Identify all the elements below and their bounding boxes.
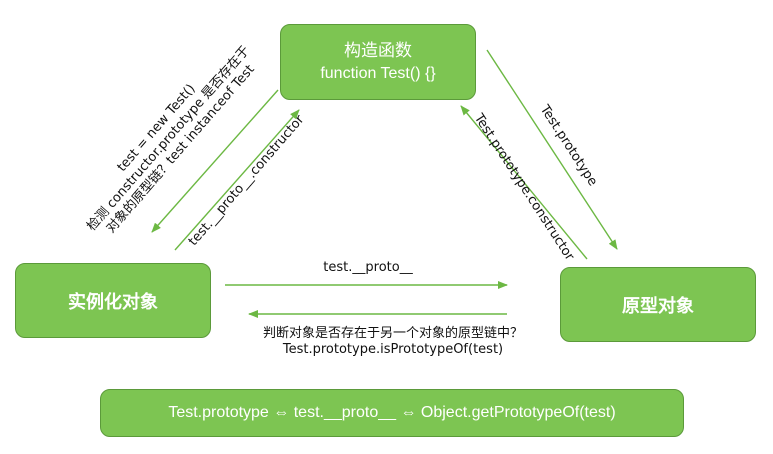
is-prototype-of-label: 判断对象是否存在于另一个对象的原型链中？ Test.prototype.isPr… <box>228 326 558 358</box>
prototype-diagram: 构造函数 function Test() {} 实例化对象 原型对象 Test.… <box>0 0 773 454</box>
constructor-title: 构造函数 <box>344 41 412 61</box>
instance-proto-label: test.__proto__ <box>323 260 413 275</box>
formula-text: Test.prototype ⇔ test.__proto__ ⇔ Object… <box>168 404 616 421</box>
instance-label: 实例化对象 <box>68 291 158 313</box>
instance-node: 实例化对象 <box>15 263 211 338</box>
constructor-node: 构造函数 function Test() {} <box>280 24 476 100</box>
is-prototype-of-call: Test.prototype.isPrototypeOf(test) <box>282 342 504 357</box>
prototype-label: 原型对象 <box>622 295 694 317</box>
formula-box: Test.prototype ⇔ test.__proto__ ⇔ Object… <box>100 389 684 437</box>
is-prototype-of-question: 判断对象是否存在于另一个对象的原型链中？ <box>262 326 523 341</box>
prototype-node: 原型对象 <box>560 267 756 342</box>
constructor-code: function Test() {} <box>320 65 436 82</box>
